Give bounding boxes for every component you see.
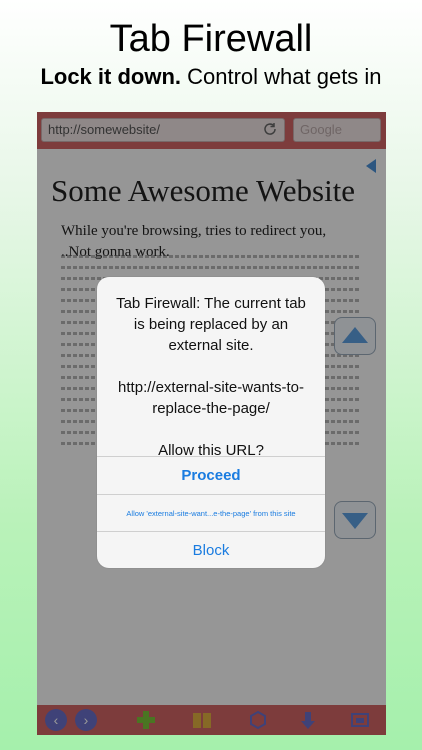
block-button[interactable]: Block <box>97 531 325 568</box>
alert-message-url: http://external-site-wants-to-replace-th… <box>118 379 304 417</box>
tab-firewall-alert: Tab Firewall: The current tab is being r… <box>97 277 325 568</box>
hero-subtitle: Lock it down. Control what gets in <box>0 64 422 90</box>
alert-message: Tab Firewall: The current tab is being r… <box>97 277 325 461</box>
allow-from-site-button[interactable]: Allow 'external-site-want...e-the-page' … <box>97 494 325 532</box>
hero-subtitle-rest: Control what gets in <box>181 64 382 89</box>
hero-title: Tab Firewall <box>109 18 313 60</box>
alert-message-line: Tab Firewall: The current tab is being r… <box>116 295 306 354</box>
hero-subtitle-bold: Lock it down. <box>40 64 181 89</box>
proceed-button[interactable]: Proceed <box>97 456 325 495</box>
